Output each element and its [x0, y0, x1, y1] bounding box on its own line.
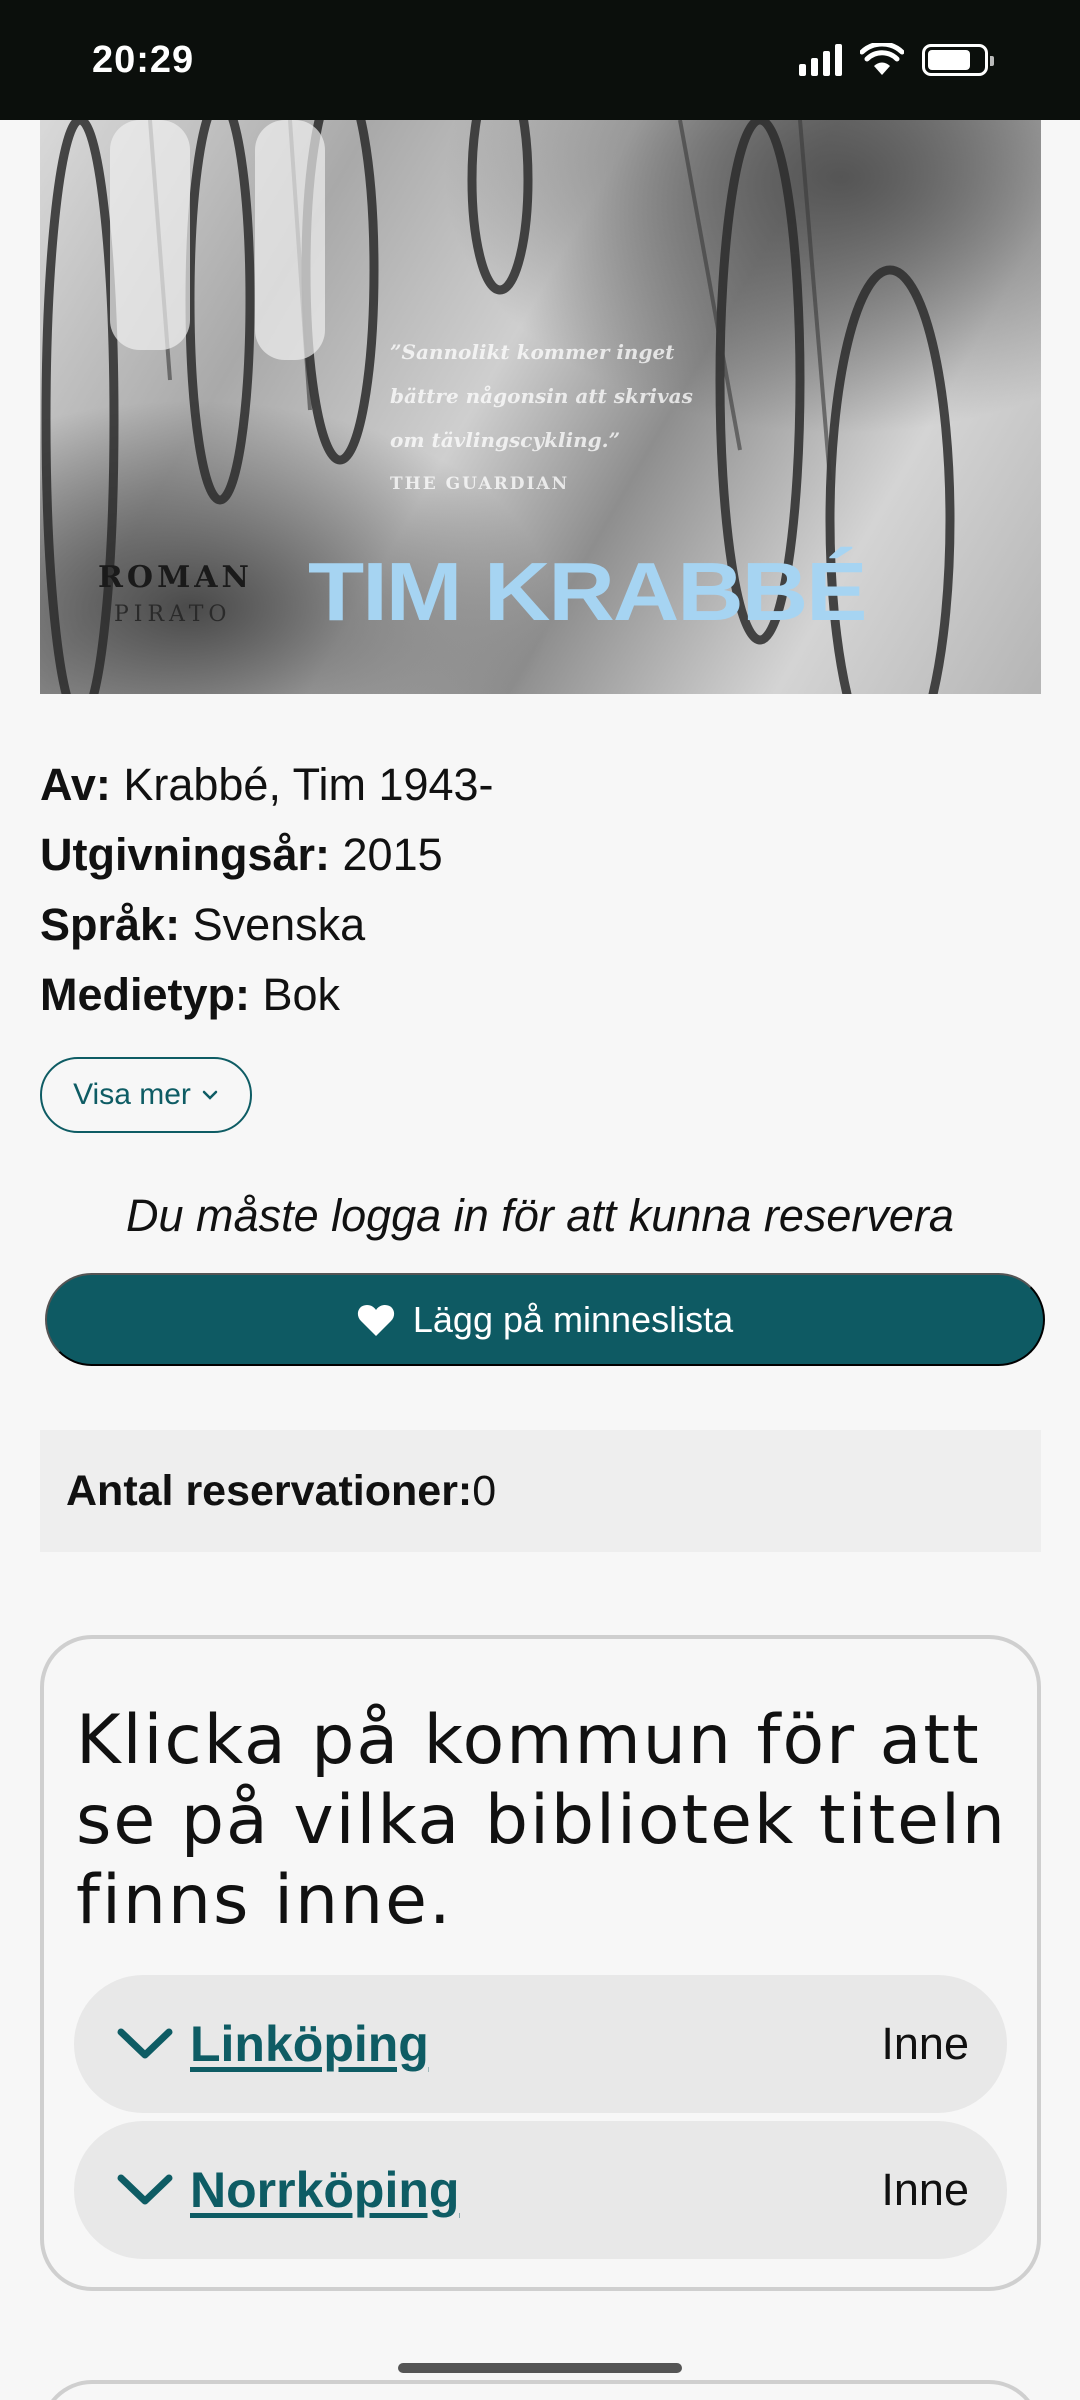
status-time: 20:29 [92, 38, 195, 81]
home-indicator[interactable] [398, 2363, 682, 2373]
library-availability-heading: Klicka på kommun för att se på vilka bib… [76, 1701, 1007, 1940]
battery-icon [922, 44, 994, 76]
cover-quote-line: om tävlingscykling.” [390, 428, 621, 452]
availability-status: Inne [881, 2018, 969, 2069]
chevron-down-icon [117, 2028, 173, 2059]
reservations-value: 0 [472, 1466, 497, 1515]
cover-publisher: PIRATO [114, 602, 232, 627]
municipality-row-norrkoping[interactable]: Norrköping Inne [74, 2121, 1007, 2259]
add-to-wishlist-button[interactable]: Lägg på minneslista [45, 1273, 1045, 1366]
meta-mediatype-row: Medietyp: Bok [40, 960, 494, 1030]
login-required-note: Du måste logga in för att kunna reserver… [126, 1190, 954, 1241]
meta-value: Krabbé, Tim 1943- [110, 759, 494, 810]
cellular-signal-icon [799, 44, 842, 76]
status-bar: 20:29 [0, 0, 1080, 120]
meta-year-row: Utgivningsår: 2015 [40, 820, 494, 890]
cover-author: TIM KRABBÉ [308, 546, 868, 638]
meta-author-row: Av: Krabbé, Tim 1943- [40, 750, 494, 820]
municipality-link[interactable]: Linköping [190, 2015, 429, 2073]
reservations-count-panel: Antal reservationer: 0 [40, 1430, 1041, 1552]
meta-language-row: Språk: Svenska [40, 890, 494, 960]
municipality-left: Norrköping [116, 2161, 459, 2219]
cover-quote: ”Sannolikt kommer inget bättre någonsin … [390, 330, 730, 506]
meta-label: Utgivningsår: [40, 829, 331, 880]
book-metadata: Av: Krabbé, Tim 1943- Utgivningsår: 2015… [40, 750, 494, 1030]
chevron-down-icon [117, 2174, 173, 2205]
availability-status: Inne [881, 2164, 969, 2215]
meta-value: Svenska [180, 899, 366, 950]
municipality-left: Linköping [116, 2015, 429, 2073]
library-availability-box: Klicka på kommun för att se på vilka bib… [40, 1635, 1041, 2291]
meta-label: Språk: [40, 899, 181, 950]
meta-label: Av: [40, 759, 111, 810]
book-cover-image: ”Sannolikt kommer inget bättre någonsin … [40, 120, 1041, 694]
status-icons [799, 43, 994, 77]
heart-icon [357, 1304, 395, 1336]
cover-quote-line: bättre någonsin att skrivas [390, 384, 693, 408]
reservations-label: Antal reservationer: [66, 1466, 473, 1515]
municipality-row-linkoping[interactable]: Linköping Inne [74, 1975, 1007, 2113]
chevron-down-icon [202, 1090, 218, 1100]
wishlist-label: Lägg på minneslista [412, 1298, 734, 1340]
wifi-icon [860, 43, 904, 75]
next-section-card [40, 2380, 1041, 2400]
meta-value: 2015 [330, 829, 443, 880]
cover-genre: ROMAN [98, 560, 253, 595]
cover-quote-line: ”Sannolikt kommer inget [390, 340, 675, 364]
show-more-button[interactable]: Visa mer [40, 1057, 252, 1133]
municipality-link[interactable]: Norrköping [190, 2161, 459, 2219]
meta-value: Bok [250, 969, 341, 1020]
show-more-label: Visa mer [73, 1078, 191, 1111]
meta-label: Medietyp: [40, 969, 251, 1020]
cover-quote-source: THE GUARDIAN [390, 474, 570, 494]
